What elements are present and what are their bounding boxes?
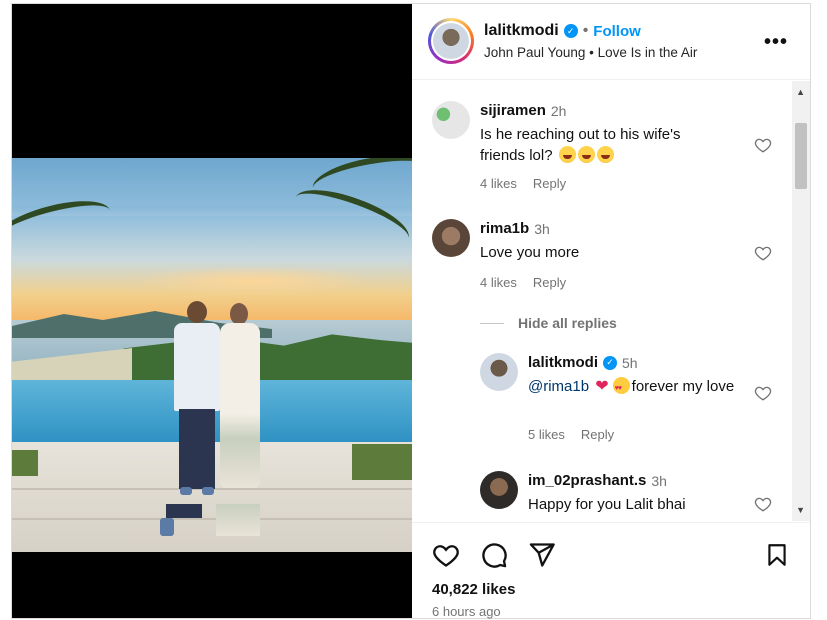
commenter-username[interactable]: lalitkmodi (528, 354, 598, 371)
red-heart-emoji-icon: ❤ (595, 378, 609, 395)
post-modal: lalitkmodi ✓ • Follow John Paul Young • … (11, 3, 811, 619)
post-media[interactable] (12, 4, 412, 618)
comments-list[interactable]: sijiramen 2h Is he reaching out to his w… (412, 81, 810, 521)
scroll-up-icon[interactable]: ▲ (796, 87, 805, 97)
author-username[interactable]: lalitkmodi (484, 22, 559, 40)
comment-text: Love you more (480, 244, 580, 261)
reply-button[interactable]: Reply (581, 427, 614, 442)
comment-likes[interactable]: 5 likes (528, 427, 565, 442)
post-side-panel: lalitkmodi ✓ • Follow John Paul Young • … (412, 4, 810, 619)
commenter-username[interactable]: sijiramen (480, 102, 546, 119)
commenter-username[interactable]: im_02prashant.s (528, 472, 646, 489)
comment-time: 3h (534, 220, 550, 237)
comment-icon[interactable] (480, 541, 508, 569)
commenter-avatar[interactable] (432, 219, 470, 257)
audio-track[interactable]: John Paul Young • Love Is in the Air (484, 45, 697, 60)
laughing-emoji-icon (596, 146, 614, 163)
comment-likes[interactable]: 4 likes (480, 275, 517, 290)
more-options-icon[interactable]: ••• (764, 31, 788, 54)
scroll-down-icon[interactable]: ▼ (796, 505, 805, 515)
like-comment-heart-icon[interactable] (754, 384, 772, 402)
verified-badge-icon: ✓ (603, 355, 618, 370)
like-comment-heart-icon[interactable] (754, 136, 772, 154)
comments-scrollbar[interactable]: ▲ ▼ (792, 81, 810, 521)
commenter-avatar[interactable] (432, 101, 470, 139)
comment-time: 3h (651, 472, 667, 489)
scrollbar-thumb[interactable] (795, 123, 807, 189)
commenter-username[interactable]: rima1b (480, 220, 529, 237)
verified-badge-icon: ✓ (563, 24, 578, 38)
like-heart-icon[interactable] (432, 541, 460, 569)
like-comment-heart-icon[interactable] (754, 495, 772, 513)
comment-text: Happy for you Lalit bhai (528, 496, 686, 513)
separator-dot: • (582, 22, 589, 39)
post-like-count[interactable]: 40,822 likes (432, 581, 515, 598)
comment-likes[interactable]: 4 likes (480, 176, 517, 191)
commenter-avatar[interactable] (480, 471, 518, 509)
comment-time: 5h (622, 354, 638, 371)
laughing-emoji-icon (558, 146, 576, 163)
post-header: lalitkmodi ✓ • Follow John Paul Young • … (412, 4, 810, 80)
photo-artifact (160, 504, 270, 544)
like-comment-heart-icon[interactable] (754, 244, 772, 262)
post-footer: 40,822 likes 6 hours ago (412, 522, 810, 619)
commenter-avatar[interactable] (480, 353, 518, 391)
post-photo (12, 158, 412, 552)
follow-button[interactable]: Follow (593, 23, 641, 40)
hide-replies-button[interactable]: Hide all replies (480, 315, 617, 331)
post-timestamp[interactable]: 6 hours ago (432, 604, 501, 619)
woman-figure (212, 301, 272, 501)
laughing-emoji-icon (577, 146, 595, 163)
mention-link[interactable]: @rima1b (528, 378, 589, 395)
comment-text: Is he reaching out to his wife's friends… (480, 126, 681, 164)
reply-button[interactable]: Reply (533, 275, 566, 290)
comment-text: @rima1b ❤forever my love (528, 376, 738, 399)
comment-time: 2h (550, 102, 567, 119)
author-avatar[interactable] (428, 18, 474, 64)
heart-eyes-emoji-icon (612, 377, 630, 399)
reply-button[interactable]: Reply (533, 176, 566, 191)
bookmark-icon[interactable] (764, 541, 790, 569)
share-icon[interactable] (528, 541, 556, 569)
